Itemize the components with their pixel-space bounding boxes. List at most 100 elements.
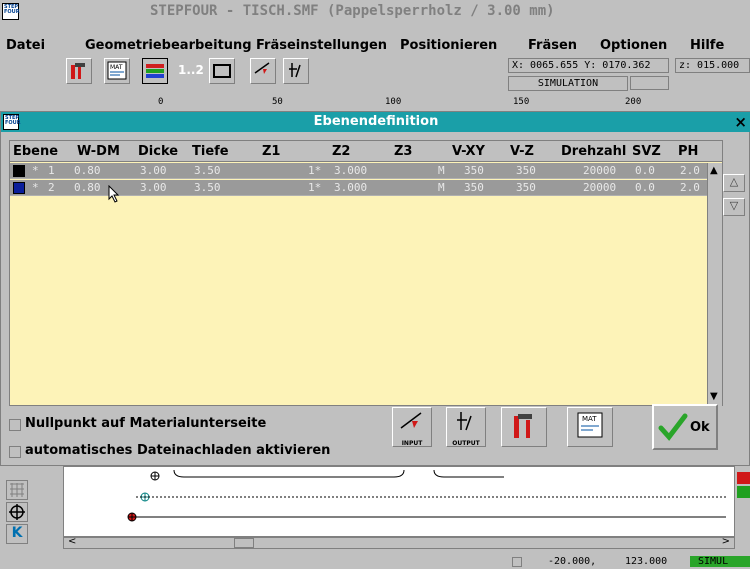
ruler-tick: 100 (385, 97, 402, 107)
sequence-button[interactable]: 1..2 (178, 63, 204, 77)
cell-drehzahl[interactable]: 20000 (583, 181, 616, 194)
tool-hammer-button[interactable] (66, 58, 92, 84)
grid-toggle-button[interactable] (6, 480, 28, 500)
cell-vz[interactable]: 350 (516, 181, 536, 194)
grid-icon (10, 483, 24, 497)
frame-button[interactable] (209, 58, 235, 84)
hammer-icon (514, 414, 532, 438)
cell-z1[interactable]: 1* (308, 181, 321, 194)
scroll-down-icon[interactable]: ▼ (710, 391, 718, 402)
output-dialog-button[interactable]: OUTPUT (446, 407, 486, 447)
scroll-left-icon[interactable]: < (68, 536, 76, 547)
dialog-title: Ebenendefinition (313, 114, 439, 129)
move-down-button[interactable]: ▽ (723, 198, 745, 216)
layers-icon (146, 64, 164, 78)
cell-tiefe[interactable]: 3.50 (194, 164, 221, 177)
k-button[interactable]: K (6, 524, 28, 544)
column-header-vz[interactable]: V-Z (510, 144, 534, 159)
close-icon[interactable]: × (734, 113, 747, 131)
svg-text:MAT: MAT (582, 415, 597, 423)
tool-dialog-button[interactable] (501, 407, 547, 447)
input-icon (254, 62, 270, 74)
tool-marker-icon (737, 486, 750, 498)
column-header-tiefe[interactable]: Tiefe (192, 144, 229, 159)
cell-z1[interactable]: 1* (308, 164, 321, 177)
origin-button[interactable] (6, 502, 28, 522)
column-header-z1[interactable]: Z1 (262, 144, 280, 159)
column-header-vxy[interactable]: V-XY (452, 144, 485, 159)
hammer-icon (71, 63, 85, 79)
menu-optionen[interactable]: Optionen (600, 36, 667, 53)
nullpunkt-checkbox[interactable] (9, 419, 21, 431)
layer-color-swatch[interactable] (13, 165, 25, 177)
layer-table: Ebene W-DM Dicke Tiefe Z1 Z2 Z3 V-XY V-Z… (9, 140, 723, 406)
cell-marker: * (32, 181, 39, 194)
menu-hilfe[interactable]: Hilfe (690, 36, 724, 53)
table-scrollbar[interactable]: ▲ ▼ (707, 163, 722, 406)
scroll-up-icon[interactable]: ▲ (710, 165, 718, 176)
column-header-dicke[interactable]: Dicke (138, 144, 178, 159)
drawing-canvas[interactable] (63, 466, 735, 537)
mode-badge: SIMUL (690, 556, 750, 567)
column-header-z2[interactable]: Z2 (332, 144, 350, 159)
cell-wdm[interactable]: 0.80 (74, 181, 101, 194)
column-header-drehzahl[interactable]: Drehzahl (561, 144, 626, 159)
crosshair-icon (9, 504, 25, 520)
material-button[interactable]: MAT (104, 58, 130, 84)
cell-z2[interactable]: 3.000 (334, 181, 367, 194)
output-button[interactable] (283, 58, 309, 84)
ruler-tick: 200 (625, 97, 642, 107)
checkmark-icon (658, 413, 688, 441)
cell-z2[interactable]: 3.000 (334, 164, 367, 177)
mode-indicator-2 (630, 76, 669, 90)
column-header-wdm[interactable]: W-DM (77, 144, 120, 159)
output-caption: OUTPUT (452, 440, 480, 447)
status-indicator (512, 557, 522, 567)
mouse-cursor-icon (108, 185, 120, 203)
cell-dicke[interactable]: 3.00 (140, 181, 167, 194)
cell-dicke[interactable]: 3.00 (140, 164, 167, 177)
menu-fraeseinstellungen[interactable]: Fräseinstellungen (256, 36, 387, 53)
ok-button[interactable]: Ok (652, 404, 718, 450)
menu-geometriebearbeitung[interactable]: Geometriebearbeitung (85, 36, 252, 53)
input-button[interactable] (250, 58, 276, 84)
layer-color-swatch[interactable] (13, 182, 25, 194)
cell-ebene: 1 (48, 164, 55, 177)
menu-fraesen[interactable]: Fräsen (528, 36, 577, 53)
main-title-bar: STEP FOUR STEPFOUR - TISCH.SMF (Pappelspe… (0, 0, 750, 34)
scroll-thumb[interactable] (234, 538, 254, 548)
column-header-ebene[interactable]: Ebene (13, 144, 58, 159)
nachladen-label: automatisches Dateinachladen aktivieren (25, 443, 331, 458)
horizontal-scrollbar[interactable]: < > (63, 536, 735, 549)
cell-z3[interactable]: M (438, 181, 445, 194)
cell-z3[interactable]: M (438, 164, 445, 177)
column-header-svz[interactable]: SVZ (632, 144, 661, 159)
nachladen-checkbox[interactable] (9, 446, 21, 458)
cell-svz[interactable]: 0.0 (635, 181, 655, 194)
layers-button[interactable] (142, 58, 168, 84)
cell-ph[interactable]: 2.0 (680, 164, 700, 177)
column-header-z3[interactable]: Z3 (394, 144, 412, 159)
input-dialog-button[interactable]: INPUT (392, 407, 432, 447)
cell-vz[interactable]: 350 (516, 164, 536, 177)
cell-drehzahl[interactable]: 20000 (583, 164, 616, 177)
table-row[interactable]: * 1 0.80 3.00 3.50 1* 3.000 M 350 350 20… (10, 163, 707, 179)
cell-ph[interactable]: 2.0 (680, 181, 700, 194)
svg-text:MAT: MAT (110, 64, 123, 71)
tool-marker-icon (737, 472, 750, 484)
triangle-down-icon: ▽ (729, 199, 739, 212)
cell-vxy[interactable]: 350 (464, 181, 484, 194)
move-up-button[interactable]: △ (723, 174, 745, 192)
menu-positionieren[interactable]: Positionieren (400, 36, 497, 53)
cell-tiefe[interactable]: 3.50 (194, 181, 221, 194)
scroll-right-icon[interactable]: > (722, 536, 730, 547)
input-icon (400, 412, 422, 429)
column-header-ph[interactable]: PH (678, 144, 698, 159)
material-dialog-button[interactable]: MAT (567, 407, 613, 447)
cell-vxy[interactable]: 350 (464, 164, 484, 177)
ruler: 0 50 100 150 200 (0, 97, 750, 111)
menu-datei[interactable]: Datei (6, 36, 45, 53)
cell-svz[interactable]: 0.0 (635, 164, 655, 177)
cell-wdm[interactable]: 0.80 (74, 164, 101, 177)
output-icon (289, 63, 301, 78)
